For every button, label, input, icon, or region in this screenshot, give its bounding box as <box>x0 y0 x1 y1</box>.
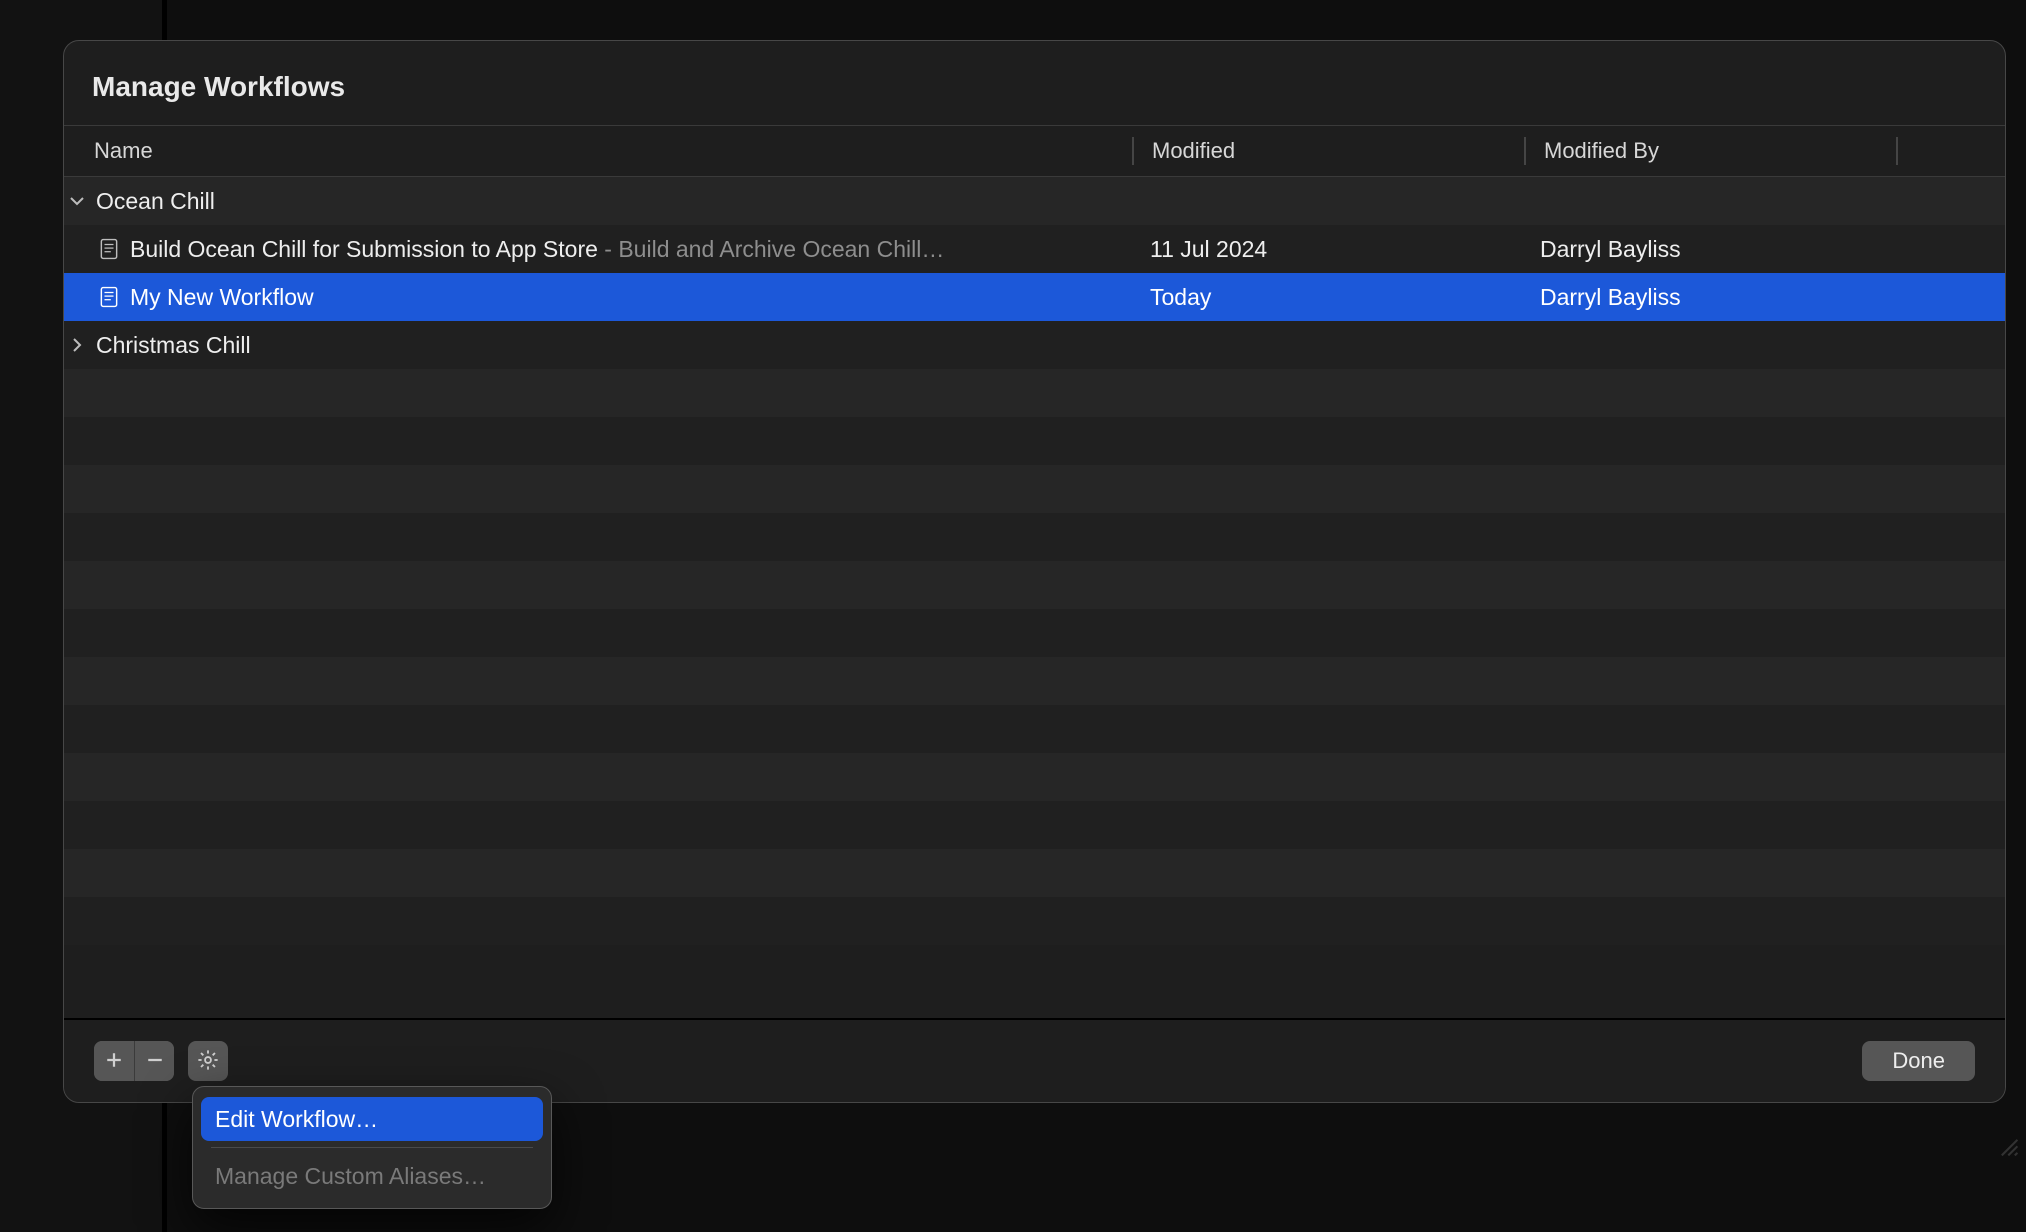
empty-row <box>64 753 2005 801</box>
workflow-row[interactable]: My New Workflow Today Darryl Bayliss <box>64 273 2005 321</box>
empty-row <box>64 897 2005 945</box>
workflow-icon <box>98 236 120 262</box>
column-divider[interactable] <box>1896 137 1898 165</box>
table-body: Ocean Chill Build Ocean Chill for Submis… <box>64 177 2005 1018</box>
workflow-title: Build Ocean Chill for Submission to App … <box>130 236 598 262</box>
minus-icon <box>146 1051 164 1072</box>
remove-button[interactable] <box>134 1041 174 1081</box>
column-header-modified-by[interactable]: Modified By <box>1526 138 1896 164</box>
column-header-name[interactable]: Name <box>64 138 1132 164</box>
group-name: Ocean Chill <box>96 188 215 215</box>
actions-menu: Edit Workflow… Manage Custom Aliases… <box>192 1086 552 1209</box>
workflow-subtitle: - Build and Archive Ocean Chill… <box>598 236 944 262</box>
empty-row <box>64 561 2005 609</box>
menu-item-edit-workflow[interactable]: Edit Workflow… <box>201 1097 543 1141</box>
empty-row <box>64 417 2005 465</box>
group-row[interactable]: Christmas Chill <box>64 321 2005 369</box>
empty-row <box>64 705 2005 753</box>
workflow-modified: Today <box>1132 284 1522 311</box>
add-remove-segment <box>94 1041 174 1081</box>
empty-row <box>64 513 2005 561</box>
table-header: Name Modified Modified By <box>64 125 2005 177</box>
chevron-right-icon[interactable] <box>68 336 86 354</box>
empty-row <box>64 801 2005 849</box>
menu-separator <box>211 1147 533 1148</box>
workflow-icon <box>98 284 120 310</box>
workflow-title: My New Workflow <box>130 284 314 311</box>
gear-icon <box>197 1049 219 1074</box>
chevron-down-icon[interactable] <box>68 192 86 210</box>
actions-button[interactable] <box>188 1041 228 1081</box>
empty-row <box>64 465 2005 513</box>
workflow-modified: 11 Jul 2024 <box>1132 236 1522 263</box>
menu-item-manage-aliases: Manage Custom Aliases… <box>201 1154 543 1198</box>
workflow-modified-by: Darryl Bayliss <box>1522 284 1892 311</box>
empty-row <box>64 849 2005 897</box>
group-row[interactable]: Ocean Chill <box>64 177 2005 225</box>
sheet-title: Manage Workflows <box>64 41 2005 125</box>
empty-row <box>64 609 2005 657</box>
workflow-modified-by: Darryl Bayliss <box>1522 236 1892 263</box>
column-header-modified[interactable]: Modified <box>1134 138 1524 164</box>
resize-grip-icon[interactable] <box>1994 1132 2020 1158</box>
empty-row <box>64 369 2005 417</box>
workflow-row[interactable]: Build Ocean Chill for Submission to App … <box>64 225 2005 273</box>
done-button[interactable]: Done <box>1862 1041 1975 1081</box>
group-name: Christmas Chill <box>96 332 251 359</box>
plus-icon <box>105 1051 123 1072</box>
empty-row <box>64 657 2005 705</box>
add-button[interactable] <box>94 1041 134 1081</box>
manage-workflows-sheet: Manage Workflows Name Modified Modified … <box>63 40 2006 1103</box>
